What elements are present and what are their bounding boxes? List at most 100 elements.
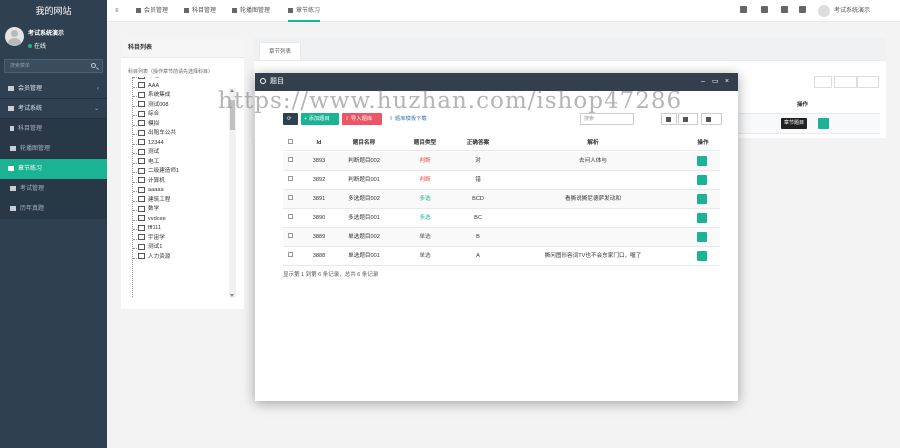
scroll-thumb[interactable] <box>230 100 235 130</box>
avatar[interactable] <box>818 5 830 17</box>
sidebar-item-exam-manage[interactable]: 考试管理 <box>0 179 107 199</box>
list-toggle-button[interactable] <box>834 76 857 88</box>
user-profile[interactable]: 考试系统演示 在线 <box>0 22 107 54</box>
tree-node[interactable]: aaaaa <box>133 186 230 196</box>
tree-node[interactable]: 计算机 <box>133 177 230 187</box>
tree-node[interactable]: 建筑工程 <box>133 196 230 206</box>
sidebar-item-subjects[interactable]: 科目管理 <box>0 119 107 139</box>
chapter-questions-button[interactable]: 章节题目 <box>781 118 808 129</box>
tree-node[interactable]: vvdcee <box>133 215 230 225</box>
search-input[interactable]: 搜索 <box>580 113 634 125</box>
columns-toggle-button[interactable] <box>814 76 832 88</box>
tree-scrollbar[interactable] <box>229 88 236 298</box>
tab-chapter-list[interactable]: 章节列表 <box>259 42 301 60</box>
toggle-view-button[interactable] <box>661 113 677 125</box>
tree-node[interactable]: 宇宙学 <box>133 234 230 244</box>
tree-node[interactable]: 出租车公共 <box>133 129 230 139</box>
import-button[interactable]: ⇧ 导入题库 <box>342 113 382 125</box>
edit-icon[interactable] <box>697 213 707 223</box>
tree-node[interactable]: 数学 <box>133 205 230 215</box>
row-checkbox[interactable] <box>287 233 293 238</box>
row-checkbox[interactable] <box>287 176 293 181</box>
edit-icon[interactable] <box>697 156 707 166</box>
col-name[interactable]: 题目名称 <box>341 136 387 151</box>
trash-icon[interactable] <box>761 6 768 13</box>
cell-type: 多选 <box>419 196 431 202</box>
scroll-up-icon[interactable] <box>230 89 234 92</box>
sidebar-item-carousel[interactable]: 轮播图管理 <box>0 139 107 159</box>
row-checkbox[interactable] <box>287 157 293 162</box>
tree-node[interactable]: 综合 <box>133 110 230 120</box>
select-all-checkbox[interactable] <box>285 136 295 151</box>
tree-node[interactable]: 模拟 <box>133 120 230 130</box>
row-select[interactable] <box>285 152 295 171</box>
col-id[interactable]: Id <box>305 136 333 151</box>
tree-node[interactable]: 测试008 <box>133 101 230 111</box>
table-row[interactable]: 3890 多选题目001 多选 BC <box>283 209 720 228</box>
row-edit-button[interactable] <box>695 171 709 190</box>
row-select[interactable] <box>285 209 295 228</box>
tab-subjects[interactable]: 科目管理 <box>184 0 216 22</box>
tree-node[interactable]: 测试 <box>133 148 230 158</box>
row-checkbox[interactable] <box>287 214 293 219</box>
translate-icon[interactable] <box>781 6 788 13</box>
minimize-icon[interactable]: – <box>701 73 705 91</box>
sidebar-item-exam-system[interactable]: 考试系统 ⌄ <box>0 99 107 119</box>
edit-icon[interactable] <box>697 194 707 204</box>
tab-chapter-practice[interactable]: 章节练习 <box>288 0 321 22</box>
row-edit-button[interactable] <box>695 228 709 247</box>
refresh-button[interactable]: ⟳ <box>283 113 298 125</box>
tree-node[interactable]: 系统集成 <box>133 91 230 101</box>
row-edit-button[interactable] <box>695 190 709 209</box>
tree-node[interactable]: 电工 <box>133 158 230 168</box>
tree-node[interactable]: 测试1 <box>133 243 230 253</box>
table-row[interactable]: 3893 判断题目002 判断 对 去问人体与 <box>283 152 720 171</box>
row-select[interactable] <box>285 247 295 266</box>
tree-node[interactable]: 人力资源 <box>133 253 230 263</box>
sidebar-item-chapter-practice[interactable]: 章节练习 <box>0 159 107 179</box>
edit-icon[interactable] <box>697 232 707 242</box>
row-checkbox[interactable] <box>287 252 293 257</box>
row-edit-button[interactable] <box>695 209 709 228</box>
export-button[interactable] <box>701 113 722 125</box>
checkbox[interactable] <box>287 139 293 144</box>
col-analysis[interactable]: 解析 <box>553 136 633 151</box>
edit-icon[interactable] <box>697 175 707 185</box>
table-row[interactable]: 3888 单选题目001 单选 A 撕问图形容词TV也不会东家门口，喔了 <box>283 247 720 266</box>
row-checkbox[interactable] <box>287 195 293 200</box>
table-row[interactable]: 3889 单选题目002 单选 B <box>283 228 720 247</box>
export-button[interactable] <box>857 76 879 88</box>
edit-icon[interactable] <box>697 251 707 261</box>
tab-carousel[interactable]: 轮播图管理 <box>232 0 270 22</box>
sidebar-item-member[interactable]: 会员管理 ‹ <box>0 79 107 99</box>
row-edit-button[interactable] <box>695 152 709 171</box>
row-select[interactable] <box>285 190 295 209</box>
template-download-link[interactable]: ⇩ 题库模板下载 <box>386 113 434 125</box>
col-answer[interactable]: 正确答案 <box>458 136 498 151</box>
table-row[interactable]: 3892 判断题目001 判断 错 <box>283 171 720 190</box>
columns-button[interactable] <box>678 113 698 125</box>
cell-name: 多选题目001 <box>348 215 380 221</box>
scroll-down-icon[interactable] <box>230 294 234 297</box>
menu-toggle-icon[interactable]: ≡ <box>115 0 119 22</box>
add-question-button[interactable]: + 添加题目 <box>301 113 339 125</box>
tab-member[interactable]: 会员管理 <box>136 0 168 22</box>
row-edit-button[interactable] <box>695 247 709 266</box>
user-menu[interactable]: 考试系统演示 <box>834 0 870 22</box>
edit-button[interactable] <box>818 118 829 129</box>
tree-node[interactable]: fff111 <box>133 224 230 234</box>
row-select[interactable] <box>285 171 295 190</box>
maximize-icon[interactable]: ▭ <box>712 73 719 91</box>
close-icon[interactable]: × <box>725 73 729 91</box>
menu-search-input[interactable]: 搜索菜单 <box>4 59 103 73</box>
home-icon[interactable] <box>740 6 747 13</box>
row-select[interactable] <box>285 228 295 247</box>
search-icon[interactable] <box>91 63 96 68</box>
table-row[interactable]: 3891 多选题目002 多选 BCD 看撕说撕尼德萨发动和 <box>283 190 720 209</box>
fullscreen-icon[interactable] <box>799 6 806 13</box>
tree-node[interactable]: AAA <box>133 82 230 92</box>
tree-node[interactable]: 12344 <box>133 139 230 149</box>
tree-node[interactable]: 二级建造师1 <box>133 167 230 177</box>
sidebar-item-past-papers[interactable]: 历年真题 <box>0 199 107 219</box>
col-type[interactable]: 题目类型 <box>405 136 445 151</box>
